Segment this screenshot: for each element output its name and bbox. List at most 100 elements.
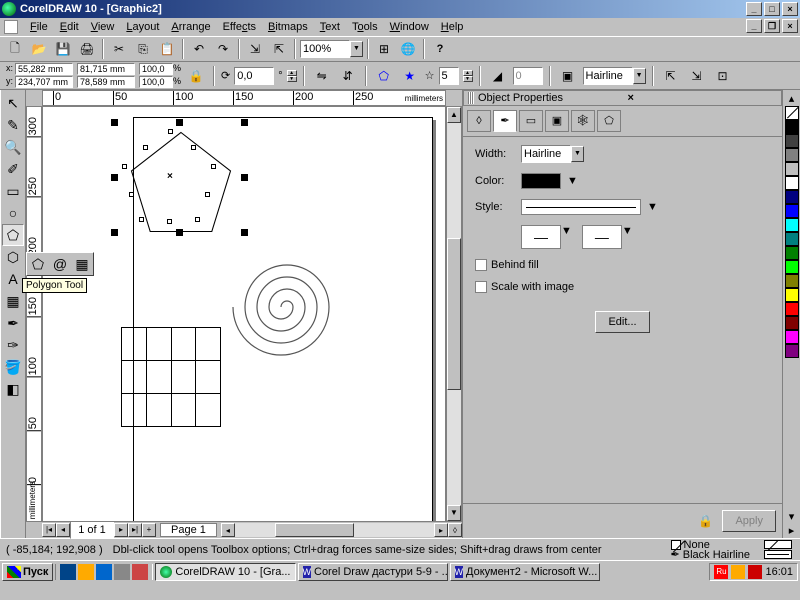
tray-icon-2[interactable] [748, 565, 762, 579]
mdi-minimize-button[interactable]: _ [746, 19, 762, 33]
clock[interactable]: 16:01 [765, 566, 793, 578]
status-outline-swatch[interactable] [764, 550, 792, 559]
pick-tool[interactable]: ↖ [2, 92, 24, 114]
swatch-maroon[interactable] [785, 316, 799, 330]
outline-color-well[interactable] [521, 173, 561, 189]
cut-button[interactable]: ✂ [108, 38, 130, 60]
mdi-close-button[interactable]: × [782, 19, 798, 33]
chevron-down-icon[interactable]: ▼ [561, 225, 572, 249]
menu-tools[interactable]: Tools [346, 19, 384, 35]
lock-ratio-button[interactable]: 🔒 [185, 65, 207, 87]
scale-y-field[interactable]: 100,0 [139, 76, 173, 88]
chevron-down-icon[interactable]: ▼ [571, 146, 584, 162]
status-fill-swatch[interactable] [764, 540, 792, 549]
copy-button[interactable]: ⎘ [132, 38, 154, 60]
menu-help[interactable]: Help [435, 19, 470, 35]
scroll-left-button[interactable]: ◂ [221, 523, 235, 537]
next-page-button[interactable]: ▸ [114, 523, 128, 537]
close-button[interactable]: × [782, 2, 798, 16]
height-field[interactable]: 78,589 mm [77, 76, 135, 88]
start-button[interactable]: Пуск [2, 563, 53, 581]
swatch-lime[interactable] [785, 260, 799, 274]
open-button[interactable]: 📂 [28, 38, 50, 60]
spiral-shape[interactable] [221, 247, 341, 367]
tab-internet[interactable]: 🕸 [571, 110, 595, 132]
menu-arrange[interactable]: Arrange [165, 19, 216, 35]
corel-online-button[interactable]: 🌐 [397, 38, 419, 60]
menu-file[interactable]: File [24, 19, 54, 35]
last-page-button[interactable]: ▸| [128, 523, 142, 537]
ql-app2-icon[interactable] [132, 564, 148, 580]
print-button[interactable]: 🖨 [76, 38, 98, 60]
minimize-button[interactable]: _ [746, 2, 762, 16]
new-button[interactable]: 🗋 [4, 38, 26, 60]
menu-effects[interactable]: Effects [217, 19, 262, 35]
apply-button[interactable]: Apply [722, 510, 776, 532]
rectangle-tool[interactable]: ▭ [2, 180, 24, 202]
maximize-button[interactable]: □ [764, 2, 780, 16]
points-spinner[interactable]: ▲▼ [463, 70, 473, 82]
launcher-button[interactable]: ⊞ [373, 38, 395, 60]
fill-tool[interactable]: 🪣 [2, 356, 24, 378]
chevron-down-icon[interactable]: ▼ [633, 68, 646, 84]
flyout-polygon-tool[interactable]: ⬠ [27, 253, 49, 275]
zoom-combo[interactable]: 100% ▼ [300, 40, 363, 58]
menu-edit[interactable]: Edit [54, 19, 85, 35]
swatch-black[interactable] [785, 120, 799, 134]
document-icon[interactable] [4, 20, 18, 34]
menu-layout[interactable]: Layout [120, 19, 165, 35]
sharpness-field[interactable]: 0 [513, 67, 543, 85]
polygon-tool[interactable]: ⬠ [2, 224, 24, 246]
ql-app-icon[interactable] [114, 564, 130, 580]
scale-with-image-checkbox[interactable]: Scale with image [475, 281, 770, 293]
import-button[interactable]: ⇲ [244, 38, 266, 60]
swatch-magenta[interactable] [785, 330, 799, 344]
points-field[interactable]: 5 [439, 67, 459, 85]
to-back-button[interactable]: ⇲ [686, 65, 708, 87]
swatch-cyan[interactable] [785, 218, 799, 232]
interactive-tool[interactable]: ◧ [2, 378, 24, 400]
ql-ie-icon[interactable] [60, 564, 76, 580]
chevron-down-icon[interactable]: ▼ [622, 225, 633, 249]
paste-button[interactable]: 📋 [156, 38, 178, 60]
ql-desktop-icon[interactable] [96, 564, 112, 580]
outline-width-panel-value[interactable]: Hairline [521, 145, 571, 163]
convert-curves-button[interactable]: ⊡ [712, 65, 734, 87]
scroll-right-button[interactable]: ▸ [434, 523, 448, 537]
tab-general[interactable]: ▭ [519, 110, 543, 132]
zoom-value[interactable]: 100% [300, 40, 350, 58]
tab-fill[interactable]: ◊ [467, 110, 491, 132]
task-word2[interactable]: WДокумент2 - Microsoft W... [450, 563, 600, 581]
swatch-none[interactable] [785, 106, 799, 120]
add-page-button[interactable]: + [142, 523, 156, 537]
tab-detail[interactable]: ▣ [545, 110, 569, 132]
eyedropper-tool[interactable]: ✒ [2, 312, 24, 334]
vertical-ruler[interactable]: 300 250 200 150 100 50 0 millimeters [26, 106, 42, 522]
mirror-v-button[interactable]: ⇵ [337, 65, 359, 87]
swatch-olive[interactable] [785, 274, 799, 288]
tab-outline[interactable]: ✒ [493, 110, 517, 132]
text-tool[interactable]: A [2, 268, 24, 290]
palette-flyout-button[interactable]: ▸ [789, 524, 795, 538]
grid-shape[interactable] [121, 327, 221, 427]
scroll-corner[interactable]: ◊ [448, 523, 462, 537]
lock-button[interactable]: 🔒 [694, 510, 716, 532]
ellipse-tool[interactable]: ○ [2, 202, 24, 224]
basic-shapes-tool[interactable]: ⬡ [2, 246, 24, 268]
swatch-red[interactable] [785, 302, 799, 316]
swatch-yellow[interactable] [785, 288, 799, 302]
task-word1[interactable]: WCorel Draw дастури 5-9 - ... [298, 563, 448, 581]
swatch-silver[interactable] [785, 162, 799, 176]
swatch-darkgray[interactable] [785, 134, 799, 148]
rotation-field[interactable]: 0,0 [234, 67, 274, 85]
whatsthis-button[interactable]: ? [429, 38, 451, 60]
y-position-field[interactable]: 234,707 mm [15, 76, 73, 88]
task-coreldraw[interactable]: CorelDRAW 10 - [Gra... [155, 563, 295, 581]
vertical-scrollbar[interactable]: ▲ ▼ [446, 106, 462, 522]
horizontal-scrollbar[interactable]: ◂ ▸ [221, 523, 448, 537]
first-page-button[interactable]: |◂ [42, 523, 56, 537]
outline-tool[interactable]: ✑ [2, 334, 24, 356]
swatch-purple[interactable] [785, 344, 799, 358]
swatch-white[interactable] [785, 176, 799, 190]
panel-titlebar[interactable]: Object Properties × [463, 90, 782, 106]
